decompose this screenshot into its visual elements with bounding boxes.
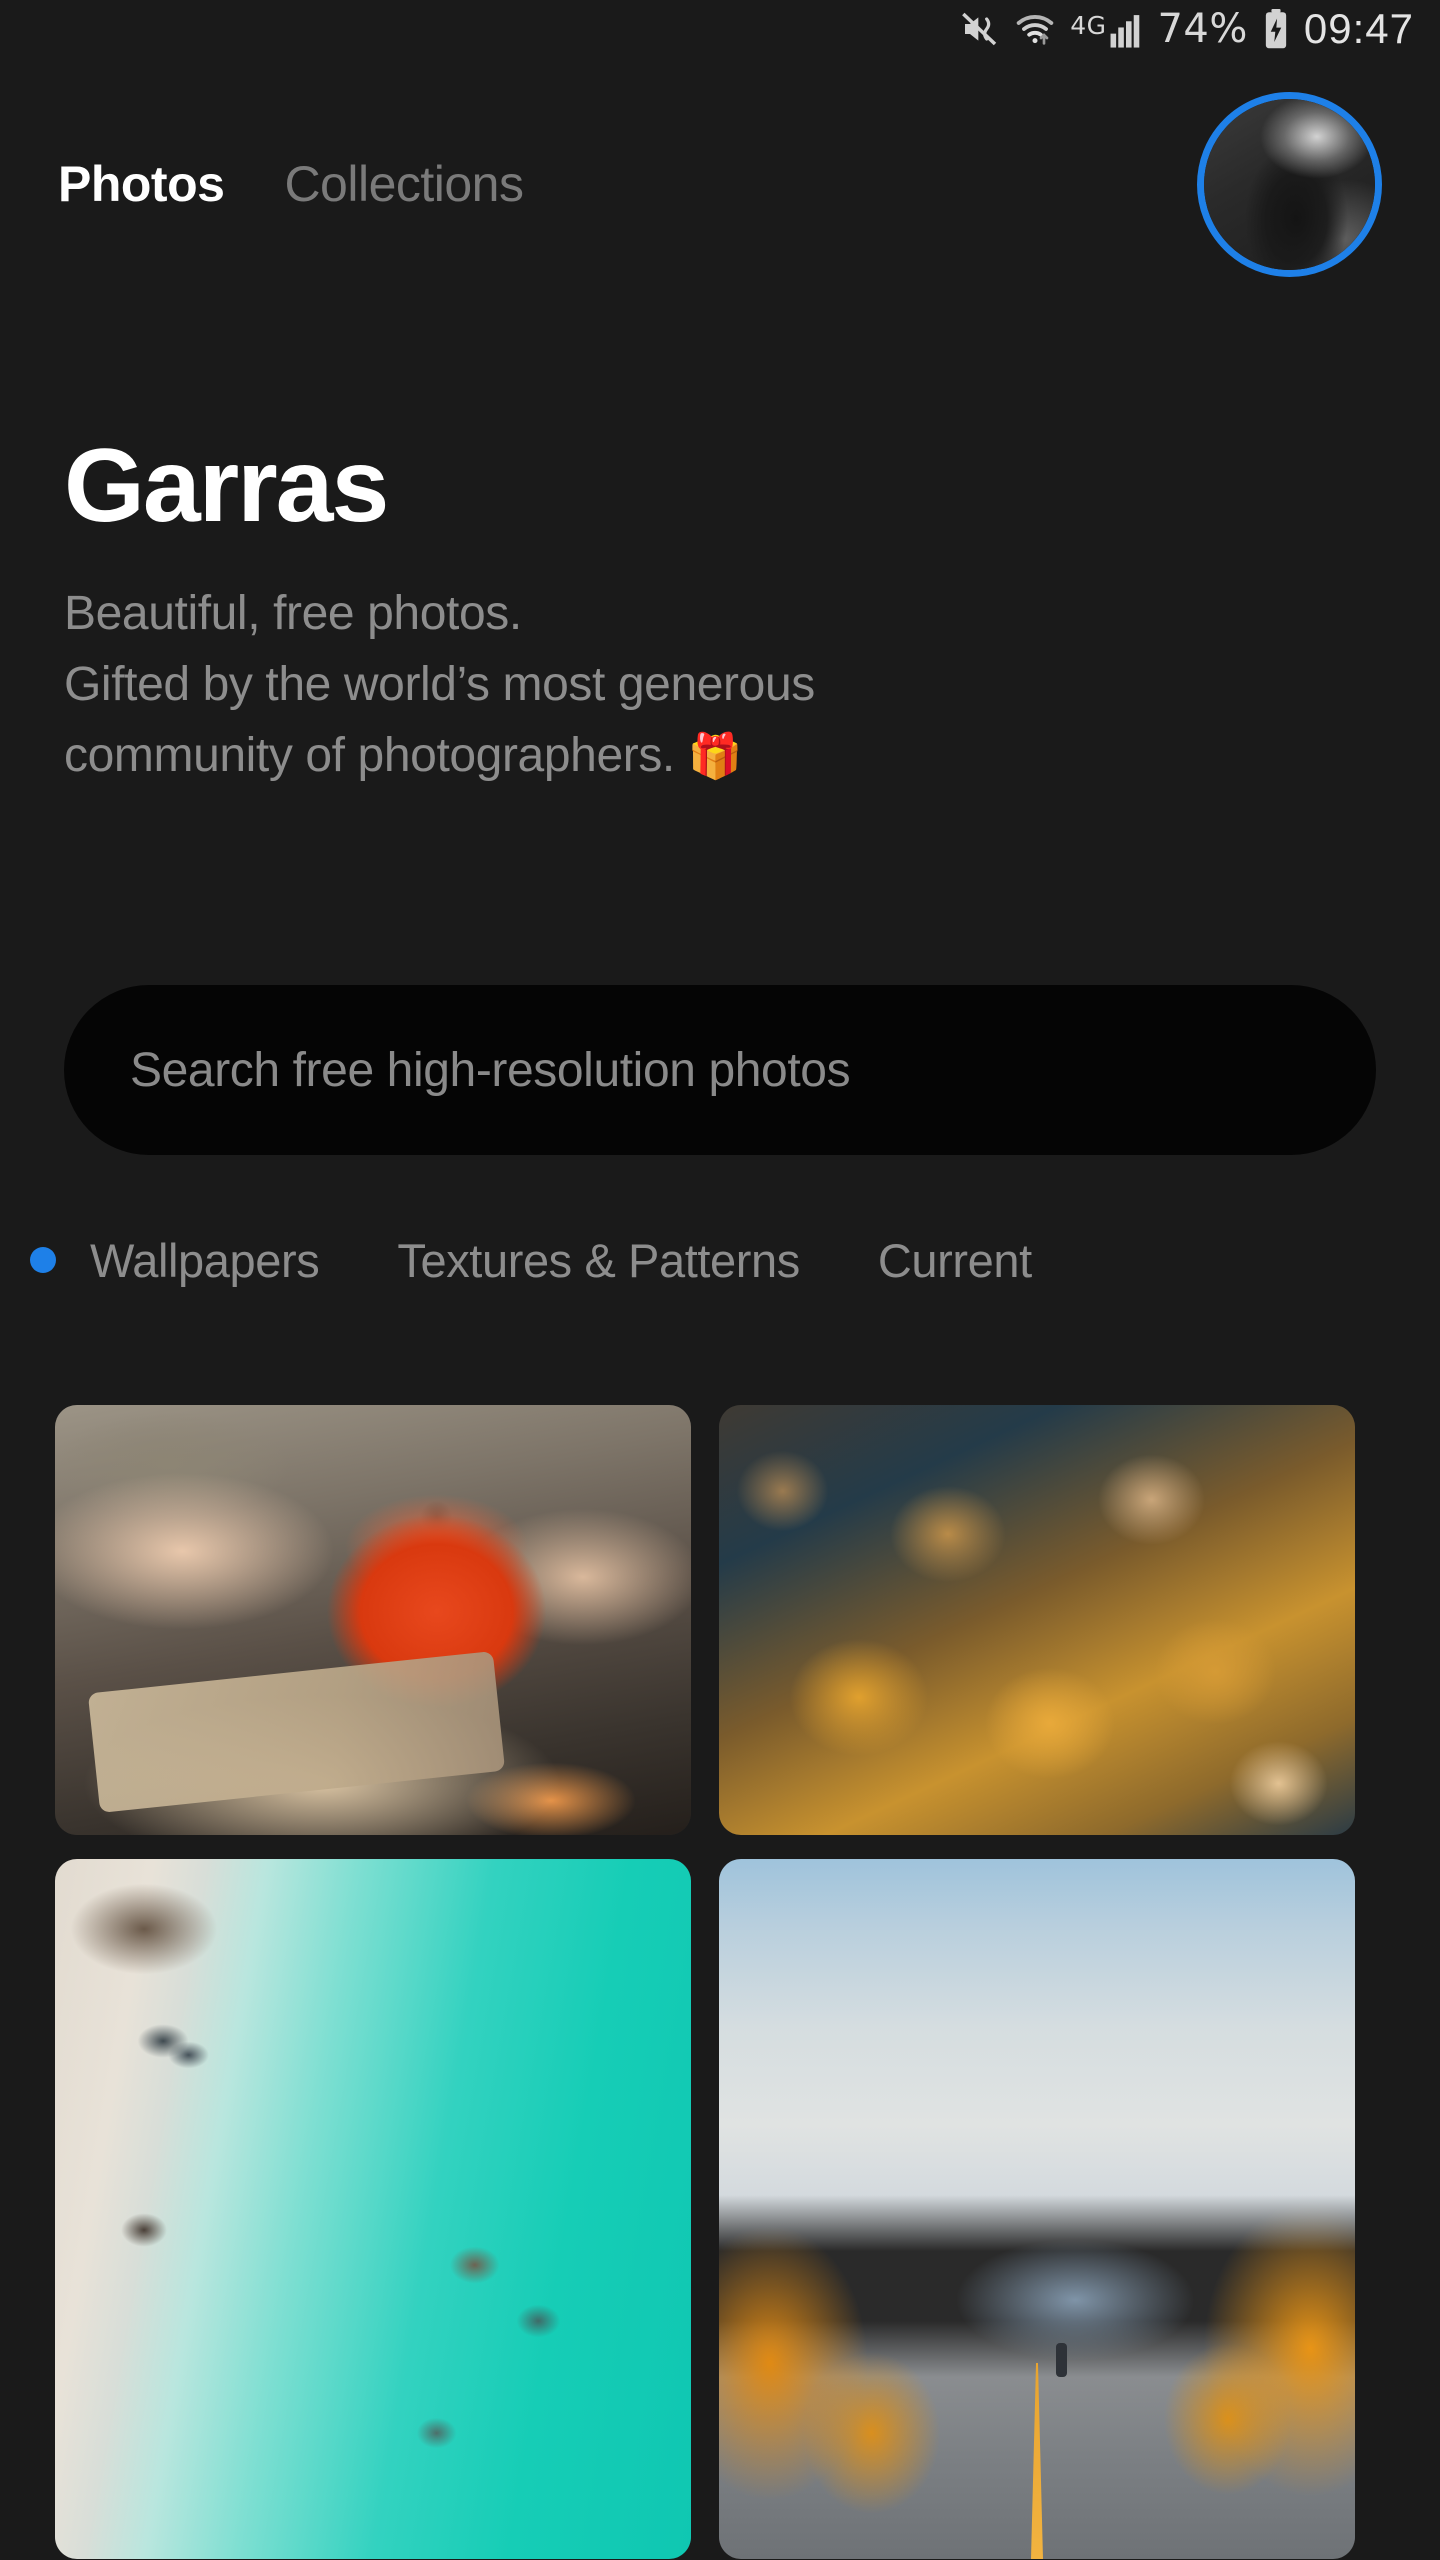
hero-subtitle-line-1: Beautiful, free photos. [64, 587, 522, 641]
walker-figure-icon [1056, 2343, 1068, 2377]
category-chip-row[interactable]: Wallpapers Textures & Patterns Current [0, 1212, 1440, 1308]
tab-collections[interactable]: Collections [284, 155, 524, 213]
photo-grid [55, 1405, 1355, 2560]
signal-bars-icon: 4G [1070, 10, 1143, 48]
hero-subtitle-line-3: community of photographers. [64, 729, 675, 783]
avatar[interactable] [1197, 91, 1382, 277]
hero-subtitle-line-3-wrap: community of photographers. 🎁 [64, 720, 1394, 791]
battery-percent-label: 74% [1157, 6, 1248, 52]
hero-section: Garras Beautiful, free photos. Gifted by… [64, 430, 1394, 791]
photo-image-mountain-road [719, 1859, 1355, 2559]
network-type-label: 4G [1070, 11, 1107, 40]
clock-label: 09:47 [1303, 5, 1414, 52]
gift-icon: 🎁 [687, 732, 743, 782]
category-chip-wallpapers[interactable]: Wallpapers [90, 1233, 320, 1288]
photo-card-beach-aerial[interactable] [55, 1859, 691, 2559]
active-category-dot-icon [30, 1247, 56, 1273]
tab-list: Photos Collections [58, 155, 1197, 213]
photo-card-mountain-road[interactable] [719, 1859, 1355, 2559]
mute-vibrate-icon [960, 9, 1000, 49]
photo-image-autumn-leaves [719, 1405, 1355, 1835]
search-placeholder: Search free high-resolution photos [130, 1043, 851, 1097]
hero-subtitle: Beautiful, free photos. Gifted by the wo… [64, 578, 1394, 791]
top-navigation: Photos Collections [0, 91, 1440, 277]
photo-image-cooking [55, 1405, 691, 1835]
page-title: Garras [64, 428, 389, 544]
avatar-image [1204, 98, 1375, 270]
category-chip-textures-patterns[interactable]: Textures & Patterns [397, 1233, 800, 1288]
search-input[interactable]: Search free high-resolution photos [64, 985, 1376, 1155]
photo-card-autumn-leaves[interactable] [719, 1405, 1355, 1835]
status-bar: 4G 74% 09:47 [0, 0, 1440, 58]
category-chip-current[interactable]: Current [878, 1233, 1032, 1288]
battery-charging-icon [1262, 8, 1290, 50]
photo-image-beach-aerial [55, 1859, 691, 2559]
photo-card-cooking[interactable] [55, 1405, 691, 1835]
wifi-icon [1014, 9, 1056, 49]
tab-photos[interactable]: Photos [58, 155, 225, 213]
hero-subtitle-line-2: Gifted by the world’s most generous [64, 658, 815, 712]
